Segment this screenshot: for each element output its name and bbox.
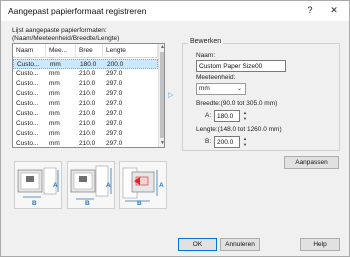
unit-select-value: mm — [199, 85, 210, 92]
cell-length: 297.0 — [106, 80, 123, 87]
cell-length: 297.0 — [106, 140, 123, 147]
decrement-icon[interactable]: ▼ — [241, 142, 249, 148]
chevron-down-icon: ⌄ — [236, 86, 242, 92]
illustration-paper-landscape: A B — [14, 161, 62, 209]
list-rows: Custo... mm 180.0 200.0 Custo... mm 210.0 297.0… — [13, 59, 158, 147]
cell-length: 297.0 — [106, 120, 123, 127]
cell-width: 210.0 — [79, 130, 96, 137]
register-custom-paper-dialog: Aangepast papierformaat registreren ? ✕ … — [0, 0, 350, 257]
cell-unit: mm — [49, 130, 60, 137]
cell-unit: mm — [49, 80, 60, 87]
list-item[interactable]: Custo... mm 210.0 297.0 — [13, 109, 158, 119]
cell-unit: mm — [49, 110, 60, 117]
length-prefix: B: — [205, 138, 212, 145]
cell-length: 297.0 — [106, 110, 123, 117]
edit-group-title: Bewerken — [188, 38, 224, 45]
scroll-up-icon[interactable]: ▲ — [159, 44, 164, 51]
width-label: Breedte:(90.0 tot 305.0 mm) — [196, 100, 278, 107]
length-field[interactable] — [214, 136, 240, 148]
list-item[interactable]: Custo... mm 210.0 297.0 — [13, 79, 158, 89]
list-caption: Lijst aangepaste papierformaten: (Naam/M… — [12, 27, 119, 43]
cell-length: 297.0 — [106, 70, 123, 77]
name-field[interactable] — [196, 60, 286, 72]
dimension-b-label: B — [32, 200, 37, 207]
cell-unit: mm — [49, 100, 60, 107]
scroll-thumb[interactable] — [160, 52, 164, 138]
cell-width: 210.0 — [79, 80, 96, 87]
list-item[interactable]: Custo... mm 210.0 297.0 — [13, 89, 158, 99]
length-spinner[interactable]: ▲ ▼ — [241, 136, 249, 148]
width-spinner[interactable]: ▲ ▼ — [241, 110, 249, 122]
paper-size-list[interactable]: Naam Mee... Bree Lengte Custo... mm 180.0 2… — [12, 43, 165, 148]
column-header-length[interactable]: Lengte — [103, 44, 158, 58]
dimension-a-label: A — [106, 182, 111, 189]
transfer-arrow-icon: ▷ — [168, 92, 174, 99]
cancel-button[interactable]: Annuleren — [220, 238, 260, 251]
cell-name: Custo... — [16, 90, 39, 97]
list-item[interactable]: Custo... mm 210.0 297.0 — [13, 69, 158, 79]
column-header-unit[interactable]: Mee... — [46, 44, 76, 58]
ok-button[interactable]: OK — [178, 238, 217, 251]
unit-select[interactable]: mm ⌄ — [196, 83, 246, 95]
list-item[interactable]: Custo... mm 180.0 200.0 — [13, 59, 158, 69]
cell-name: Custo... — [16, 130, 39, 137]
column-header-name[interactable]: Naam — [13, 44, 46, 58]
cell-unit: mm — [49, 120, 60, 127]
list-header: Naam Mee... Bree Lengte — [13, 44, 158, 58]
column-header-width[interactable]: Bree — [76, 44, 103, 58]
help-title-button[interactable]: ? — [299, 2, 321, 19]
dialog-title: Aangepast papierformaat registreren — [8, 6, 147, 16]
help-button[interactable]: Help — [300, 238, 340, 251]
cell-length: 297.0 — [106, 90, 123, 97]
cell-unit: mm — [49, 90, 60, 97]
list-item[interactable]: Custo... mm 210.0 297.0 — [13, 119, 158, 129]
cell-width: 210.0 — [79, 120, 96, 127]
dimension-a-label: A — [53, 182, 58, 189]
list-item[interactable]: Custo... mm 210.0 297.0 — [13, 129, 158, 139]
apply-button[interactable]: Aanpassen — [284, 156, 339, 169]
cell-name: Custo... — [16, 100, 39, 107]
cell-width: 210.0 — [79, 90, 96, 97]
cell-name: Custo... — [16, 140, 39, 147]
list-item[interactable]: Custo... mm 210.0 297.0 — [13, 99, 158, 109]
cell-name: Custo... — [16, 120, 39, 127]
list-item[interactable]: Custo... mm 210.0 297.0 — [13, 139, 158, 147]
decrement-icon[interactable]: ▼ — [241, 116, 249, 122]
width-prefix: A: — [205, 112, 212, 119]
cell-name: Custo... — [16, 80, 39, 87]
length-label: Lengte:(148.0 tot 1260.0 mm) — [196, 126, 282, 133]
cell-width: 210.0 — [79, 70, 96, 77]
cell-length: 297.0 — [106, 100, 123, 107]
scroll-down-icon[interactable]: ▼ — [159, 140, 164, 147]
cell-length: 297.0 — [106, 130, 123, 137]
cell-name: Custo... — [16, 70, 39, 77]
dimension-b-label: B — [137, 200, 142, 207]
illustration-paper-portrait: A B — [67, 161, 115, 209]
name-label: Naam: — [196, 52, 216, 59]
list-caption-title: Lijst aangepaste papierformaten: — [12, 27, 107, 34]
close-button[interactable]: ✕ — [323, 2, 345, 19]
cell-name: Custo... — [16, 110, 39, 117]
cell-width: 210.0 — [79, 100, 96, 107]
cell-unit: mm — [49, 70, 60, 77]
unit-label: Meeteenheid: — [196, 74, 236, 81]
list-caption-columns: (Naam/Meeteenheid/Breedte/Lengte) — [12, 35, 120, 42]
cell-unit: mm — [49, 140, 60, 147]
list-scrollbar[interactable]: ▲ ▼ — [158, 44, 164, 147]
width-field[interactable] — [214, 110, 240, 122]
cell-width: 210.0 — [79, 110, 96, 117]
cell-width: 210.0 — [79, 140, 96, 147]
title-bar: Aangepast papierformaat registreren ? ✕ — [1, 1, 349, 21]
dimension-a-label: A — [159, 182, 164, 189]
illustration-paper-feed: A B — [119, 161, 167, 209]
dimension-b-label: B — [85, 200, 90, 207]
